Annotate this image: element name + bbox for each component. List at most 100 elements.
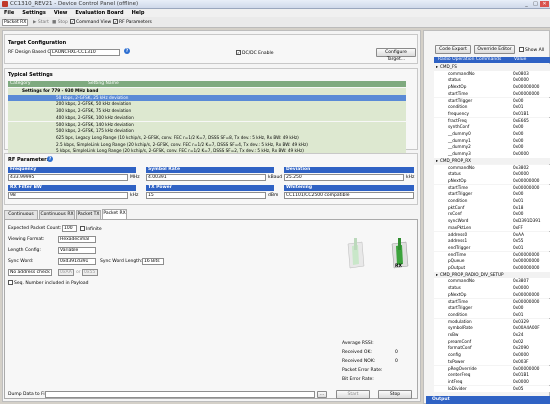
address-check-select[interactable]: No address check: [8, 269, 52, 276]
command-field-value[interactable]: 0x05: [513, 386, 523, 393]
settings-row[interactable]: 500 kbps, 2-GFSK, 140 kHz deviation: [8, 121, 406, 129]
command-field-row[interactable]: address1 0x55: [434, 238, 550, 245]
menu-evaluation-board[interactable]: Evaluation Board: [71, 9, 127, 16]
command-field-value[interactable]: 0x00000000: [513, 84, 539, 91]
command-field-row[interactable]: __dummy3 0x0000: [434, 151, 550, 158]
command-field-row[interactable]: endTrigger 0x01: [434, 244, 550, 252]
tab-continuous-rx[interactable]: Continuous RX: [39, 210, 75, 219]
command-field-value[interactable]: 0x00: [513, 131, 523, 138]
command-field-value[interactable]: 0x0803: [513, 71, 529, 78]
command-field-value[interactable]: 0x00: [513, 191, 523, 198]
command-field-row[interactable]: commandNo 0x3807: [434, 278, 550, 285]
sync-word-input[interactable]: 0xd391d391: [58, 258, 96, 265]
command-field-row[interactable]: pNextOp 0x00000000: [434, 177, 550, 185]
command-field-row[interactable]: pktConf 0x18: [434, 204, 550, 212]
command-field-value[interactable]: 0x00000000: [513, 265, 539, 272]
command-field-value[interactable]: 0x00000000: [513, 185, 539, 192]
command-field-row[interactable]: syncWord 0xD391D391: [434, 218, 550, 225]
close-button[interactable]: ✕: [540, 1, 549, 7]
command-field-value[interactable]: 0x24: [513, 332, 523, 339]
start-toolbar-button[interactable]: ▶ Start: [33, 19, 49, 26]
command-field-row[interactable]: pNextOp 0x00000000: [434, 84, 550, 91]
address1-input[interactable]: 0x55: [82, 269, 98, 276]
command-field-value[interactable]: 0x01B1: [513, 372, 529, 379]
command-field-value[interactable]: 0x0000: [513, 379, 529, 386]
command-field-row[interactable]: __dummy0 0x00: [434, 131, 550, 138]
expected-count-input[interactable]: 100: [62, 225, 77, 232]
command-field-value[interactable]: 0x0329: [513, 319, 529, 326]
command-field-row[interactable]: preamConf 0x02: [434, 338, 550, 346]
command-field-row[interactable]: frequency 0x01B1: [434, 110, 550, 118]
code-export-button[interactable]: Code Export: [435, 45, 471, 54]
length-config-select[interactable]: Variable: [58, 247, 96, 254]
menu-file[interactable]: File: [0, 9, 18, 16]
stop-button[interactable]: Stop: [378, 390, 412, 399]
command-field-value[interactable]: 0xFF: [513, 225, 523, 232]
command-field-row[interactable]: loDivider 0x05: [434, 385, 550, 393]
command-field-value[interactable]: 0x00000000: [513, 91, 539, 98]
command-field-row[interactable]: status 0x0000: [434, 171, 550, 178]
command-field-row[interactable]: pOutput 0x00000000: [434, 265, 550, 272]
command-field-row[interactable]: startTime 0x00000000: [434, 184, 550, 192]
command-field-row[interactable]: commandNo 0x0803: [434, 70, 550, 78]
command-group-row[interactable]: ▸ CMD_PROP_RADIO_DIV_SETUP: [434, 271, 550, 279]
command-field-row[interactable]: formatConf 0x2090: [434, 345, 550, 352]
command-field-value[interactable]: 0x01: [513, 198, 523, 205]
command-field-value[interactable]: 0x01: [513, 312, 523, 319]
command-field-value[interactable]: 0x00000000: [513, 299, 539, 306]
dcdc-enable-checkbox[interactable]: ✓ DC/DC Enable: [236, 50, 274, 56]
tx-power-select[interactable]: 15: [146, 192, 266, 199]
command-field-row[interactable]: condition 0x01: [434, 311, 550, 319]
command-field-row[interactable]: modulation 0x0329: [434, 318, 550, 326]
whitening-select[interactable]: CC1101/CC2500 compatible: [284, 192, 414, 199]
command-field-row[interactable]: synthConf 0x00: [434, 124, 550, 131]
command-field-value[interactable]: 0x00000000: [513, 292, 539, 299]
menu-help[interactable]: Help: [128, 9, 149, 16]
rf-parameters-toggle[interactable]: ✓ RF Parameters: [113, 19, 152, 26]
command-field-value[interactable]: 0x00: [513, 98, 523, 105]
command-field-value[interactable]: 0x003F: [513, 359, 529, 366]
command-field-row[interactable]: startTrigger 0x00: [434, 305, 550, 312]
minimize-button[interactable]: _: [522, 1, 531, 7]
command-field-row[interactable]: rxBw 0x24: [434, 332, 550, 339]
collapse-icon[interactable]: ▸: [436, 158, 438, 165]
command-field-value[interactable]: 0x01: [513, 245, 523, 252]
command-field-value[interactable]: 0x18: [513, 205, 523, 212]
dump-file-input[interactable]: [45, 391, 315, 398]
settings-row[interactable]: 500 kbps, 2-GFSK, 175 kHz deviation: [8, 128, 406, 135]
frequency-input[interactable]: 433.99995: [8, 174, 128, 181]
rf-design-select[interactable]: LAUNCHXL-CC1310: [50, 49, 120, 56]
command-field-value[interactable]: 0x3807: [513, 278, 529, 285]
command-field-value[interactable]: 0xD391D391: [513, 218, 541, 225]
command-field-row[interactable]: centerFreq 0x01B1: [434, 372, 550, 379]
command-group-row[interactable]: ▸ CMD_FS: [434, 64, 550, 71]
command-field-value[interactable]: 0x01: [513, 104, 523, 111]
command-field-row[interactable]: status 0x0000: [434, 77, 550, 84]
command-field-row[interactable]: pNextOp 0x00000000: [434, 291, 550, 299]
mode-select[interactable]: Packet RX: [2, 19, 28, 26]
command-field-value[interactable]: 0x0000: [513, 285, 529, 292]
collapse-icon[interactable]: ▸: [436, 64, 438, 71]
command-field-value[interactable]: 0x00: [513, 144, 523, 151]
command-field-row[interactable]: address0 0xAA: [434, 231, 550, 238]
command-field-value[interactable]: 0x55: [513, 238, 523, 245]
symbol-rate-input[interactable]: 4.00391: [146, 174, 266, 181]
command-field-row[interactable]: startTrigger 0x00: [434, 191, 550, 198]
command-field-row[interactable]: endTime 0x00000000: [434, 251, 550, 259]
show-all-checkbox[interactable]: Show All: [519, 47, 544, 53]
override-editor-button[interactable]: Override Editor: [474, 45, 515, 54]
command-field-row[interactable]: rxConf 0x00: [434, 211, 550, 218]
command-field-value[interactable]: 0x0000: [513, 352, 529, 359]
command-field-value[interactable]: 0x00000000: [513, 366, 539, 373]
command-field-row[interactable]: txPower 0x003F: [434, 358, 550, 366]
menu-view[interactable]: View: [50, 9, 72, 16]
command-field-row[interactable]: status 0x0000: [434, 285, 550, 292]
configure-target-button[interactable]: Configure Target...: [376, 48, 416, 62]
command-field-row[interactable]: condition 0x01: [434, 198, 550, 205]
command-field-value[interactable]: 0x0000: [513, 151, 529, 158]
command-field-row[interactable]: commandNo 0x3802: [434, 164, 550, 171]
command-field-row[interactable]: fractFreq 0xE665: [434, 117, 550, 125]
stop-toolbar-button[interactable]: ■ Stop: [52, 19, 68, 26]
tab-packet-tx[interactable]: Packet TX: [76, 210, 101, 219]
command-field-value[interactable]: 0x0000: [513, 171, 529, 178]
